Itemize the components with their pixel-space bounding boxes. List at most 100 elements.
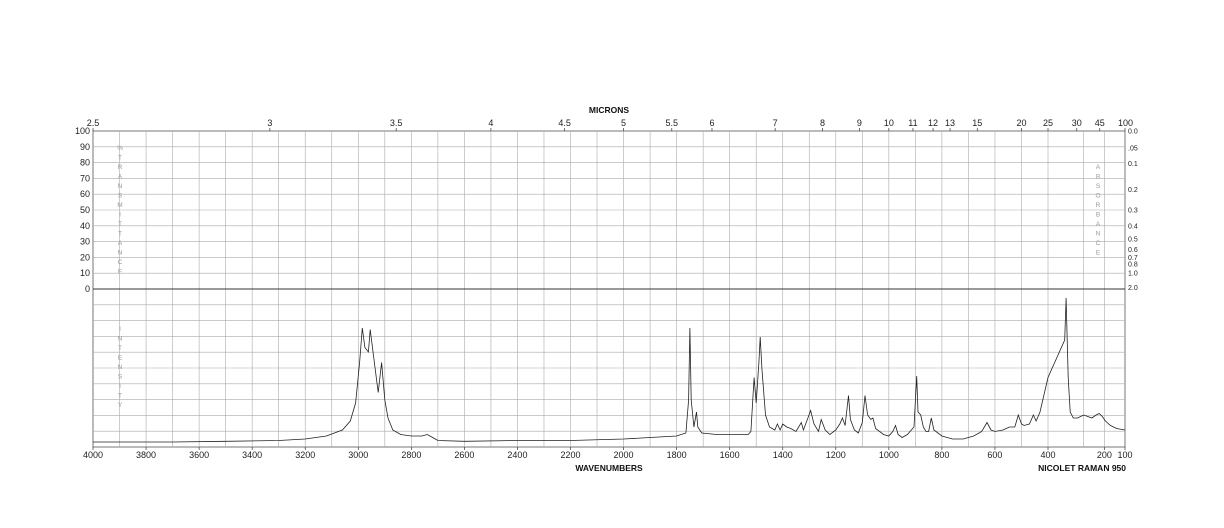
micron-tick-label: 4.5 [558, 118, 571, 128]
wavenumber-tick-label: 2600 [454, 450, 474, 460]
wavenumber-tick-label: 3600 [189, 450, 209, 460]
micron-tick-label: 12 [928, 118, 938, 128]
absorbance-vertical-label-letter: E [1096, 250, 1101, 257]
absorbance-vertical-label-letter: O [1095, 193, 1100, 200]
wavenumber-tick-label: 600 [987, 450, 1002, 460]
transmittance-vertical-label-letter: M [117, 202, 122, 209]
transmittance-tick-label: 30 [80, 237, 90, 247]
micron-tick-label: 6 [709, 118, 714, 128]
intensity-vertical-label-letter: S [118, 374, 123, 381]
absorbance-vertical-label-letter: R [1096, 202, 1101, 209]
wavenumber-tick-label: 3400 [242, 450, 262, 460]
transmittance-vertical-label-letter: N [118, 183, 123, 190]
micron-tick-label: 4 [488, 118, 493, 128]
micron-tick-label: 8 [820, 118, 825, 128]
absorbance-vertical-label-letter: S [1096, 183, 1101, 190]
transmittance-vertical-label-letter: S [118, 193, 123, 200]
micron-tick-label: 25 [1043, 118, 1053, 128]
intensity-vertical-label-letter: I [119, 326, 121, 333]
transmittance-vertical-label-letter: A [118, 174, 123, 181]
micron-tick-label: 3 [267, 118, 272, 128]
transmittance-tick-label: 50 [80, 205, 90, 215]
wavenumber-tick-label: 4000 [83, 450, 103, 460]
micron-tick-label: 7 [773, 118, 778, 128]
intensity-vertical-label: INTENSITY [118, 326, 123, 409]
absorbance-tick-label: 0.6 [1128, 247, 1138, 254]
micron-tick-label: 30 [1072, 118, 1082, 128]
intensity-vertical-label-letter: I [119, 383, 121, 390]
absorbance-tick-label: 2.0 [1128, 285, 1138, 292]
transmittance-vertical-label-letter: T [118, 221, 122, 228]
absorbance-tick-label: 0.0 [1128, 129, 1138, 136]
wavenumber-tick-label: 3000 [348, 450, 368, 460]
instrument-label: NICOLET RAMAN 950 [1038, 463, 1126, 473]
transmittance-tick-label: 80 [80, 158, 90, 168]
micron-tick-label: 5.5 [666, 118, 679, 128]
wavenumber-tick-label: 100 [1117, 450, 1132, 460]
transmittance-vertical-label-letter: A [118, 240, 123, 247]
intensity-vertical-label-letter: N [118, 336, 123, 343]
absorbance-vertical-label-letter: N [1096, 231, 1101, 238]
top-axis-title: MICRONS [589, 105, 629, 115]
micron-tick-label: 10 [884, 118, 894, 128]
wavenumber-tick-label: 2200 [560, 450, 580, 460]
absorbance-tick-label: 0.2 [1128, 187, 1138, 194]
wavenumber-tick-label: 1800 [667, 450, 687, 460]
transmittance-tick-label: 20 [80, 252, 90, 262]
series-layer [93, 297, 1126, 443]
micron-tick-label: 5 [621, 118, 626, 128]
transmittance-vertical-label-letter: N [118, 250, 123, 257]
wavenumber-tick-label: 400 [1040, 450, 1055, 460]
wavenumber-tick-label: 3800 [136, 450, 156, 460]
micron-tick-label: 3.5 [390, 118, 403, 128]
absorbance-tick-label: 0.8 [1128, 261, 1138, 268]
wavenumber-tick-label: 2000 [614, 450, 634, 460]
transmittance-vertical-label-letter: T [118, 155, 122, 162]
wavenumber-tick-label: 200 [1097, 450, 1112, 460]
transmittance-tick-label: 60 [80, 189, 90, 199]
micron-tick-label: 11 [908, 118, 917, 128]
wavenumber-tick-label: 2400 [507, 450, 527, 460]
transmittance-tick-label: 10 [80, 268, 90, 278]
absorbance-vertical-label-letter: A [1096, 164, 1101, 171]
raman-spectrum-chart: 2.5 3 3.5 4 4.5 5 5.5 6 7 8 9 10 11 12 13 15 20 25 30 45 100… [75, 105, 1138, 473]
micron-tick-label: 45 [1095, 118, 1105, 128]
grid-layer [92, 130, 1126, 448]
micron-tick-label: 9 [857, 118, 862, 128]
absorbance-tick-label: 0.5 [1128, 237, 1138, 244]
transmittance-vertical-label-letter: R [118, 164, 123, 171]
wavenumber-tick-label: 800 [934, 450, 949, 460]
absorbance-vertical-label-letter: A [1096, 221, 1101, 228]
intensity-vertical-label-letter: Y [118, 402, 123, 409]
micron-tick-label: 13 [945, 118, 955, 128]
absorbance-tick-label: 0.4 [1128, 224, 1138, 231]
spectrum-line [93, 297, 1126, 443]
intensity-vertical-label-letter: T [118, 393, 122, 400]
wavenumber-tick-label: 1000 [879, 450, 899, 460]
transmittance-tick-label: 40 [80, 221, 90, 231]
wavenumber-tick-label: 2800 [401, 450, 421, 460]
absorbance-tick-label: 0.1 [1128, 161, 1138, 168]
absorbance-tick-label: .05 [1128, 146, 1138, 153]
transmittance-vertical-label-letter: C [118, 259, 123, 266]
intensity-vertical-label-letter: N [118, 364, 123, 371]
wavenumber-tick-label: 1400 [773, 450, 793, 460]
micron-tick-label: 20 [1016, 118, 1026, 128]
micron-tick-label: 100 [1118, 118, 1133, 128]
transmittance-tick-label: 0 [85, 284, 90, 294]
micron-tick-label: 15 [972, 118, 982, 128]
x-axis-title: WAVENUMBERS [575, 463, 643, 473]
transmittance-vertical-label-letter: % [117, 145, 123, 152]
absorbance-tick-label: 0.3 [1128, 207, 1138, 214]
absorbance-tick-label: 1.0 [1128, 271, 1138, 278]
absorbance-vertical-label-letter: B [1096, 174, 1100, 181]
wavenumber-tick-label: 1200 [826, 450, 846, 460]
intensity-vertical-label-letter: T [118, 345, 122, 352]
absorbance-vertical-label-letter: B [1096, 212, 1100, 219]
wavenumber-tick-label: 3200 [295, 450, 315, 460]
absorbance-vertical-label-letter: C [1096, 240, 1101, 247]
transmittance-vertical-label-letter: I [119, 212, 121, 219]
wavenumber-tick-label: 1600 [720, 450, 740, 460]
transmittance-tick-label: 90 [80, 142, 90, 152]
transmittance-vertical-label-letter: T [118, 231, 122, 238]
